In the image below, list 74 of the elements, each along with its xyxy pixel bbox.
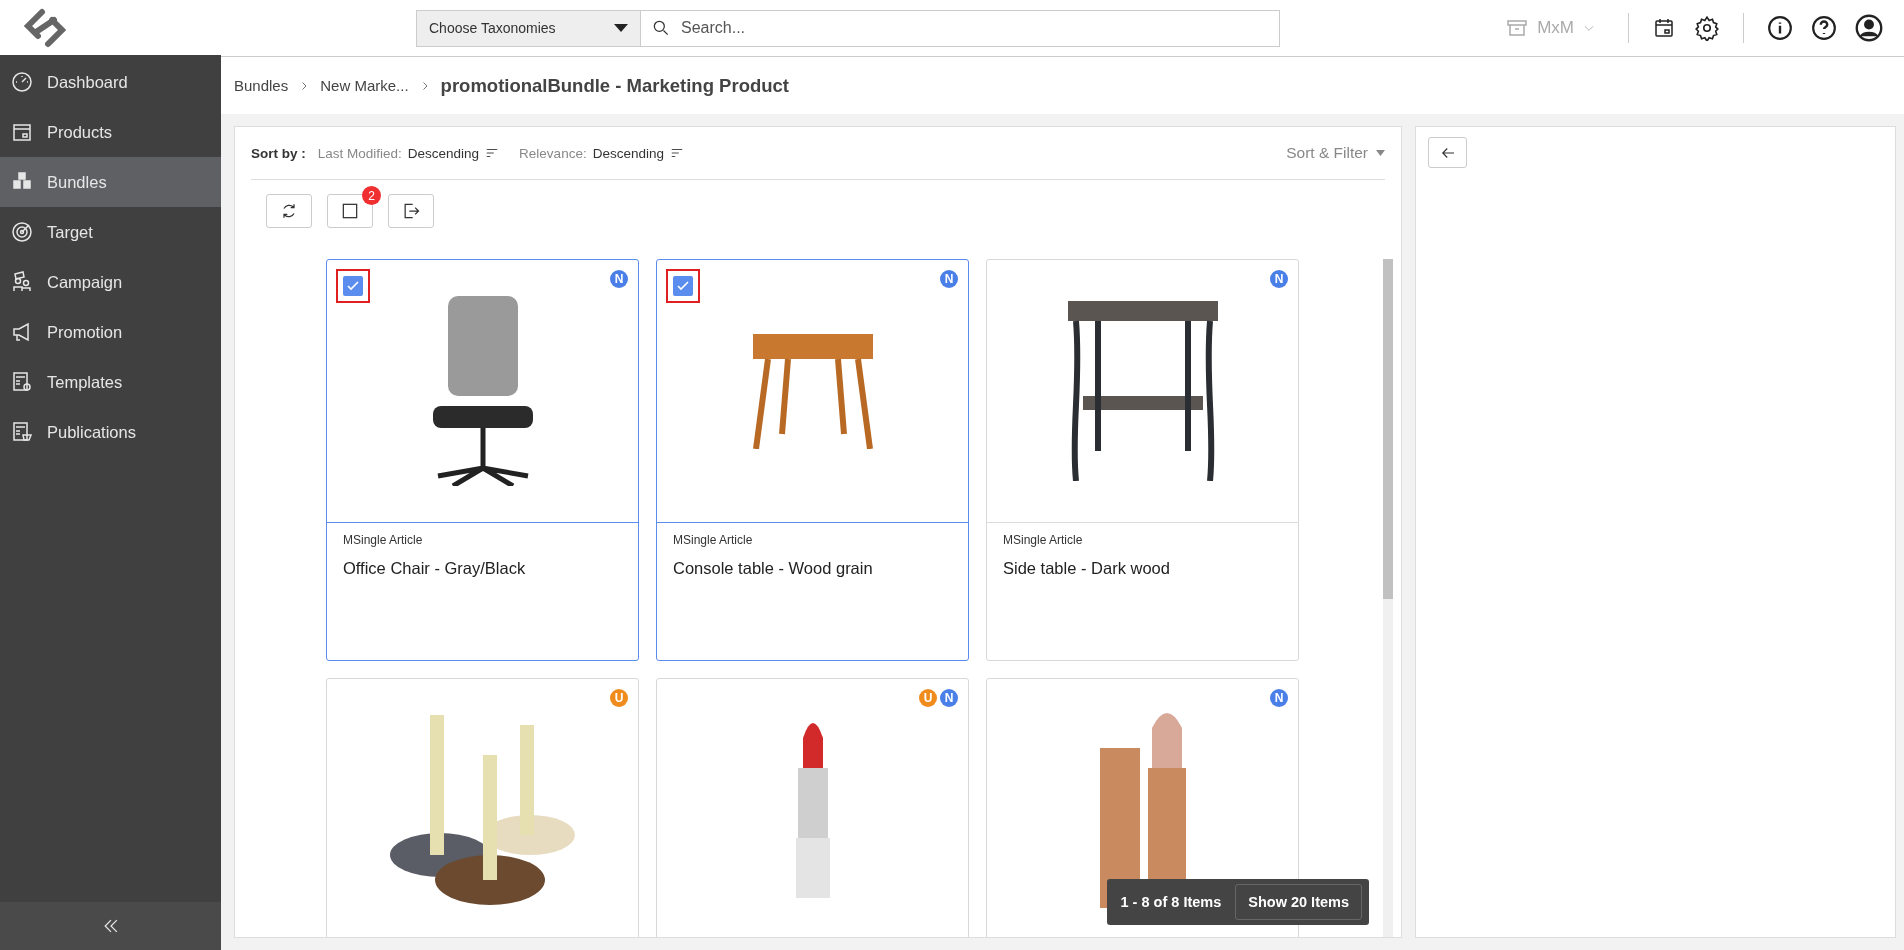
checkmark-icon — [346, 279, 360, 293]
settings-button[interactable] — [1694, 15, 1720, 41]
sidebar-item[interactable]: Campaign — [0, 257, 221, 307]
logo-icon[interactable] — [22, 8, 68, 48]
calendar-button[interactable] — [1652, 16, 1676, 40]
info-button[interactable] — [1767, 15, 1793, 41]
user-icon — [1855, 14, 1883, 42]
checkbox[interactable] — [336, 269, 370, 303]
status-badge: N — [1270, 270, 1288, 288]
product-type: MSingle Article — [343, 533, 424, 547]
item-count: 1 - 8 of 8 Items — [1120, 894, 1222, 910]
info-icon — [1767, 15, 1793, 41]
publication-icon — [10, 420, 34, 444]
show-more-button[interactable]: Show 20 Items — [1235, 884, 1362, 920]
export-button[interactable] — [388, 194, 434, 228]
sort-icon — [669, 146, 684, 160]
page-title: promotionalBundle - Marketing Product — [440, 74, 789, 97]
sort-field: Relevance: — [519, 145, 587, 161]
sidebar-item[interactable]: Bundles — [0, 157, 221, 207]
status-badge: N — [1270, 689, 1288, 707]
user-button[interactable] — [1855, 14, 1883, 42]
sort-order: Descending — [592, 145, 664, 161]
settings-icon — [1694, 15, 1720, 41]
sort-field: Last Modified: — [317, 145, 402, 161]
sidebar-item[interactable]: Promotion — [0, 307, 221, 357]
caret-icon — [1376, 150, 1385, 156]
template-icon — [10, 370, 34, 394]
workspace-label: MxM — [1537, 18, 1574, 38]
scrollbar[interactable] — [1383, 259, 1393, 937]
search-icon — [651, 18, 671, 38]
people-icon — [10, 270, 34, 294]
product-name: Office Chair - Gray/Black — [343, 559, 527, 578]
sidebar-item[interactable]: Dashboard — [0, 57, 221, 107]
help-icon — [1811, 15, 1837, 41]
product-name: Side table - Dark wood — [1003, 559, 1171, 578]
square-icon — [340, 201, 360, 221]
product-card[interactable]: MSingle Article Console table - Wood grain N — [656, 259, 969, 661]
refresh-button[interactable] — [266, 194, 312, 228]
help-button[interactable] — [1811, 15, 1837, 41]
taxonomy-label: Choose Taxonomies — [429, 20, 556, 36]
sidebar-item[interactable]: Publications — [0, 407, 221, 457]
status-badge: U — [919, 689, 937, 707]
sort-filter-button[interactable]: Sort & Filter — [1286, 144, 1385, 162]
sidebar-item[interactable]: Products — [0, 107, 221, 157]
sort-icon — [485, 146, 500, 160]
checkmark-icon — [676, 279, 690, 293]
search-input[interactable]: Search... — [679, 18, 1279, 38]
selection-count: 2 — [362, 186, 381, 205]
product-card[interactable]: MSingle Article Side table - Dark wood N — [986, 259, 1299, 661]
sort-option[interactable]: Relevance: Descending — [519, 145, 684, 161]
status-badge: N — [610, 270, 628, 288]
product-card[interactable]: MSingle Article Office Chair - Gray/Black N — [326, 259, 639, 661]
gauge-icon — [10, 70, 34, 94]
breadcrumb-link[interactable]: Bundles — [234, 77, 289, 94]
search-field[interactable]: Search... — [641, 9, 1280, 47]
sidebar-item[interactable]: Target — [0, 207, 221, 257]
product-card[interactable]: U N — [656, 678, 969, 937]
status-badge: N — [940, 270, 958, 288]
product-type: MSingle Article — [1003, 533, 1084, 547]
target-icon — [10, 220, 34, 244]
sort-label: Sort by : — [251, 145, 306, 161]
product-name: Console table - Wood grain — [673, 559, 874, 578]
product-type: MSingle Article — [673, 533, 754, 547]
sidebar-item[interactable]: Templates — [0, 357, 221, 407]
status-badge: U — [610, 689, 628, 707]
taxonomy-dropdown[interactable]: Choose Taxonomies — [416, 9, 641, 47]
back-button[interactable] — [1428, 137, 1467, 168]
sort-option[interactable]: Last Modified: Descending — [317, 145, 500, 161]
calendar-icon — [1652, 16, 1676, 40]
checkbox[interactable] — [666, 269, 700, 303]
status-badge: N — [940, 689, 958, 707]
sort-order: Descending — [407, 145, 480, 161]
caret-icon — [614, 24, 628, 32]
breadcrumb-link[interactable]: New Marke... — [320, 77, 409, 94]
